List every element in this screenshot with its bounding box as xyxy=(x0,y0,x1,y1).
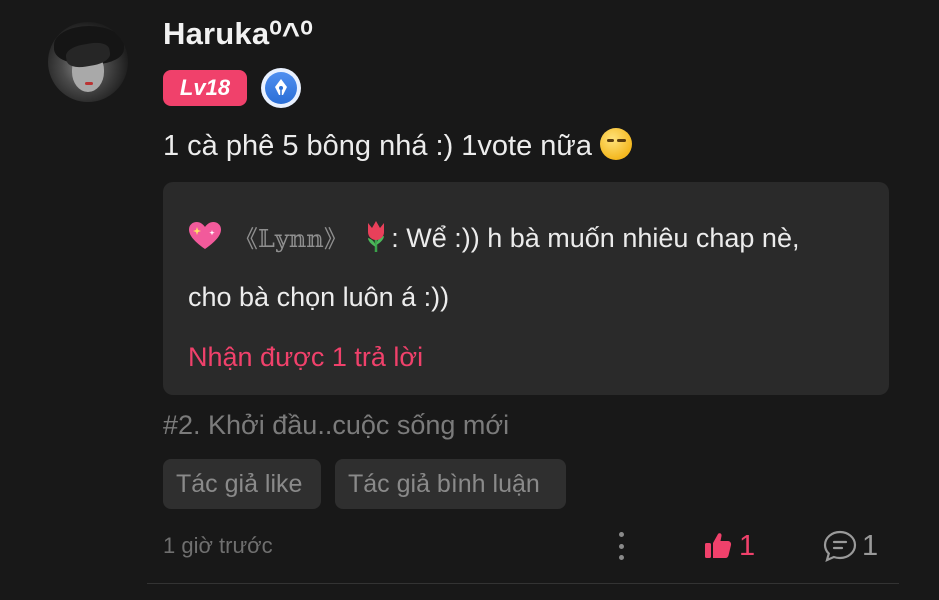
tag-author-commented: Tác giả bình luận xyxy=(335,459,566,509)
level-badge: Lv18 xyxy=(163,70,247,106)
divider xyxy=(147,583,899,584)
comment-bubble-icon xyxy=(823,530,857,562)
tag-author-liked: Tác giả like xyxy=(163,459,321,509)
username[interactable]: Haruka⁰^⁰ xyxy=(163,16,313,52)
smirk-emoji-icon xyxy=(599,128,632,160)
sparkling-heart-icon xyxy=(189,222,221,249)
reply-preview[interactable]: 《𝕃𝕪𝕟𝕟》 : Wể :)) h bà muốn nhiêu chap nè,… xyxy=(163,182,889,395)
like-count: 1 xyxy=(739,529,756,562)
timestamp: 1 giờ trước xyxy=(163,533,273,558)
reply-count: 1 xyxy=(862,529,879,562)
reply-line-1: 《𝕃𝕪𝕟𝕟》 : Wể :)) h bà muốn nhiêu chap nè, xyxy=(188,219,799,254)
comment-text: 1 cà phê 5 bông nhá :) 1vote nữa xyxy=(163,128,632,163)
tulip-icon xyxy=(368,221,385,252)
reply-button[interactable]: 1 xyxy=(822,526,878,566)
like-button[interactable]: 1 xyxy=(703,526,755,566)
thumbs-up-icon xyxy=(705,533,732,558)
reply-text-2: cho bà chọn luôn á :)) xyxy=(188,282,450,312)
reply-text-1: : Wể :)) h bà muốn nhiêu chap nè, xyxy=(391,223,800,253)
more-options-icon[interactable] xyxy=(608,530,634,562)
author-pen-icon xyxy=(261,68,301,108)
reply-author[interactable]: 《𝕃𝕪𝕟𝕟》 xyxy=(234,225,348,253)
avatar[interactable] xyxy=(48,22,128,102)
view-replies-link[interactable]: Nhận được 1 trả lời xyxy=(188,342,423,373)
comment-body: 1 cà phê 5 bông nhá :) 1vote nữa xyxy=(163,130,592,162)
chapter-link[interactable]: #2. Khởi đầu..cuộc sống mới xyxy=(163,410,509,441)
